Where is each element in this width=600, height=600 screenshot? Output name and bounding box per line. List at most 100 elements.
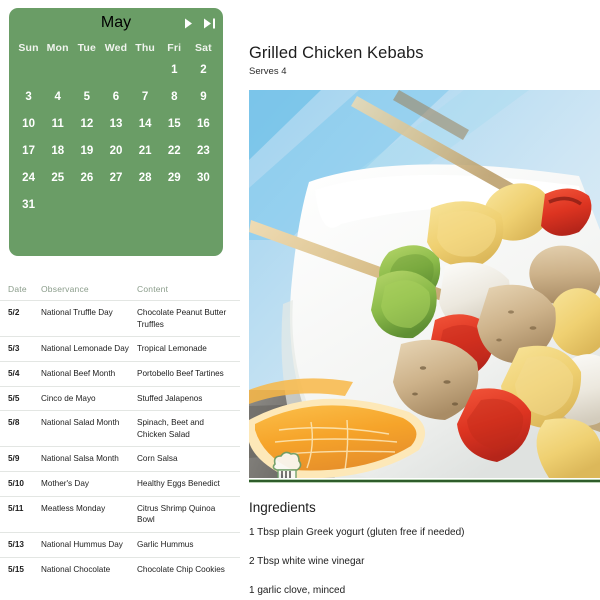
calendar-day-26[interactable]: 26	[72, 164, 101, 191]
cell-content: Chocolate Chip Cookies	[137, 564, 225, 574]
calendar-day-15[interactable]: 15	[160, 110, 189, 137]
ingredient-item: 1 Tbsp plain Greek yogurt (gluten free i…	[249, 527, 465, 538]
calendar-day-1[interactable]: 1	[160, 56, 189, 83]
observance-table-header: Date Observance Content	[0, 279, 240, 300]
calendar-day-19[interactable]: 19	[72, 137, 101, 164]
cell-date: 5/15	[8, 564, 24, 574]
cell-content: Chocolate Peanut Butter Truffles	[137, 308, 227, 329]
cell-content: Portobello Beef Tartines	[137, 368, 224, 378]
calendar-day-5[interactable]: 5	[72, 83, 101, 110]
table-row[interactable]: 5/9 National Salsa Month Corn Salsa	[0, 446, 240, 471]
table-row[interactable]: 5/3 National Lemonade Day Tropical Lemonad…	[0, 336, 240, 361]
weekday-tue: Tue	[77, 42, 97, 54]
cell-date: 5/5	[8, 393, 20, 403]
calendar-header: May	[9, 8, 223, 38]
photo-divider	[249, 479, 600, 483]
calendar-day-12[interactable]: 12	[72, 110, 101, 137]
calendar-day-11[interactable]: 11	[43, 110, 72, 137]
table-row[interactable]: 5/8 National Salad Month Spinach, Beet and…	[0, 410, 240, 446]
cell-date: 5/4	[8, 368, 20, 378]
calendar-day-blank	[72, 56, 101, 83]
weekday-mon: Mon	[46, 42, 69, 54]
cell-date: 5/9	[8, 454, 20, 464]
cell-date: 5/11	[8, 503, 24, 513]
right-column: Grilled Chicken Kebabs Serves 4 Ingredie…	[240, 0, 600, 600]
calendar-day-2[interactable]: 2	[189, 56, 218, 83]
recipe-calendar-page: May Sun Mon Tue Wed Thu Fri Sat 1 2 3 4 …	[0, 0, 600, 600]
calendar-day-7[interactable]: 7	[131, 83, 160, 110]
calendar-day-3[interactable]: 3	[14, 83, 43, 110]
cell-observance: National Beef Month	[41, 368, 116, 378]
calendar-day-23[interactable]: 23	[189, 137, 218, 164]
cell-observance: National Lemonade Day	[41, 344, 129, 354]
calendar-day-17[interactable]: 17	[14, 137, 43, 164]
cell-date: 5/8	[8, 418, 20, 428]
table-row[interactable]: 5/11 Meatless Monday Citrus Shrimp Quinoa …	[0, 495, 240, 532]
calendar-day-28[interactable]: 28	[131, 164, 160, 191]
cell-observance: National Salsa Month	[41, 454, 119, 464]
calendar-day-8[interactable]: 8	[160, 83, 189, 110]
weekday-sat: Sat	[194, 42, 212, 54]
calendar-day-30[interactable]: 30	[189, 164, 218, 191]
table-row[interactable]: 5/13 National Hummus Day Garlic Hummus	[0, 532, 240, 557]
column-header-content: Content	[137, 284, 169, 294]
skip-to-last-month-icon[interactable]	[203, 17, 216, 30]
calendar-day-blank	[131, 56, 160, 83]
calendar-weekday-row: Sun Mon Tue Wed Thu Fri Sat	[9, 38, 223, 56]
calendar-day-16[interactable]: 16	[189, 110, 218, 137]
calendar-day-blank	[43, 56, 72, 83]
calendar-day-31[interactable]: 31	[14, 191, 43, 218]
weekday-sun: Sun	[18, 42, 39, 54]
table-row[interactable]: 5/5 Cinco de Mayo Stuffed Jalapenos	[0, 385, 240, 411]
ingredients-list: 1 Tbsp plain Greek yogurt (gluten free i…	[249, 526, 597, 600]
weekday-fri: Fri	[167, 42, 182, 54]
calendar-day-10[interactable]: 10	[14, 110, 43, 137]
calendar-day-blank	[101, 56, 130, 83]
calendar-day-24[interactable]: 24	[14, 164, 43, 191]
cell-content: Stuffed Jalapenos	[137, 393, 203, 403]
calendar-day-6[interactable]: 6	[101, 83, 130, 110]
cell-observance: Cinco de Mayo	[41, 393, 96, 403]
left-column: May Sun Mon Tue Wed Thu Fri Sat 1 2 3 4 …	[0, 0, 240, 600]
ingredient-item: 2 Tbsp white wine vinegar	[249, 556, 365, 567]
calendar-day-14[interactable]: 14	[131, 110, 160, 137]
calendar-day-29[interactable]: 29	[160, 164, 189, 191]
cell-observance: National Truffle Day	[41, 308, 113, 317]
table-row[interactable]: 5/2 National Truffle Day Chocolate Peanut …	[0, 300, 240, 336]
cell-content: Tropical Lemonade	[137, 344, 207, 354]
cell-content: Citrus Shrimp Quinoa Bowl	[137, 503, 216, 525]
calendar-day-4[interactable]: 4	[43, 83, 72, 110]
weekday-thu: Thu	[135, 42, 156, 54]
calendar-day-blank	[14, 56, 43, 83]
cell-content: Corn Salsa	[137, 454, 178, 464]
table-row[interactable]: 5/4 National Beef Month Portobello Beef Ta…	[0, 360, 240, 386]
column-header-date: Date	[8, 284, 27, 294]
ingredients-heading: Ingredients	[249, 500, 316, 515]
calendar-day-22[interactable]: 22	[160, 137, 189, 164]
cell-observance: Mother's Day	[41, 479, 89, 489]
cell-date: 5/13	[8, 540, 24, 550]
cell-observance: National Hummus Day	[41, 540, 123, 550]
calendar-card: May Sun Mon Tue Wed Thu Fri Sat 1 2 3 4 …	[9, 8, 223, 256]
cell-content: Spinach, Beet and Chicken Salad	[137, 418, 204, 439]
cell-observance: Meatless Monday	[41, 503, 106, 513]
cell-content: Healthy Eggs Benedict	[137, 479, 220, 489]
weekday-wed: Wed	[104, 42, 128, 54]
calendar-day-13[interactable]: 13	[101, 110, 130, 137]
calendar-day-9[interactable]: 9	[189, 83, 218, 110]
cell-date: 5/2	[8, 308, 20, 317]
calendar-day-25[interactable]: 25	[43, 164, 72, 191]
calendar-month-label: May	[100, 14, 132, 31]
table-row[interactable]: 5/10 Mother's Day Healthy Eggs Benedict	[0, 471, 240, 496]
calendar-day-27[interactable]: 27	[101, 164, 130, 191]
cell-date: 5/10	[8, 479, 24, 489]
ingredient-item: 1 garlic clove, minced	[249, 585, 346, 596]
table-row[interactable]: 5/15 National Chocolate Chocolate Chip Coo…	[0, 556, 240, 582]
calendar-day-21[interactable]: 21	[131, 137, 160, 164]
cell-date: 5/3	[8, 344, 20, 354]
next-month-icon[interactable]	[182, 17, 195, 30]
calendar-day-grid: 1 2 3 4 5 6 7 8 9 10 11 12 13 14 15 16 17 18 19 20 21 22 23 24 2…	[9, 56, 223, 218]
calendar-day-20[interactable]: 20	[101, 137, 130, 164]
grilled-chicken-kebabs-photo	[249, 90, 600, 478]
calendar-day-18[interactable]: 18	[43, 137, 72, 164]
